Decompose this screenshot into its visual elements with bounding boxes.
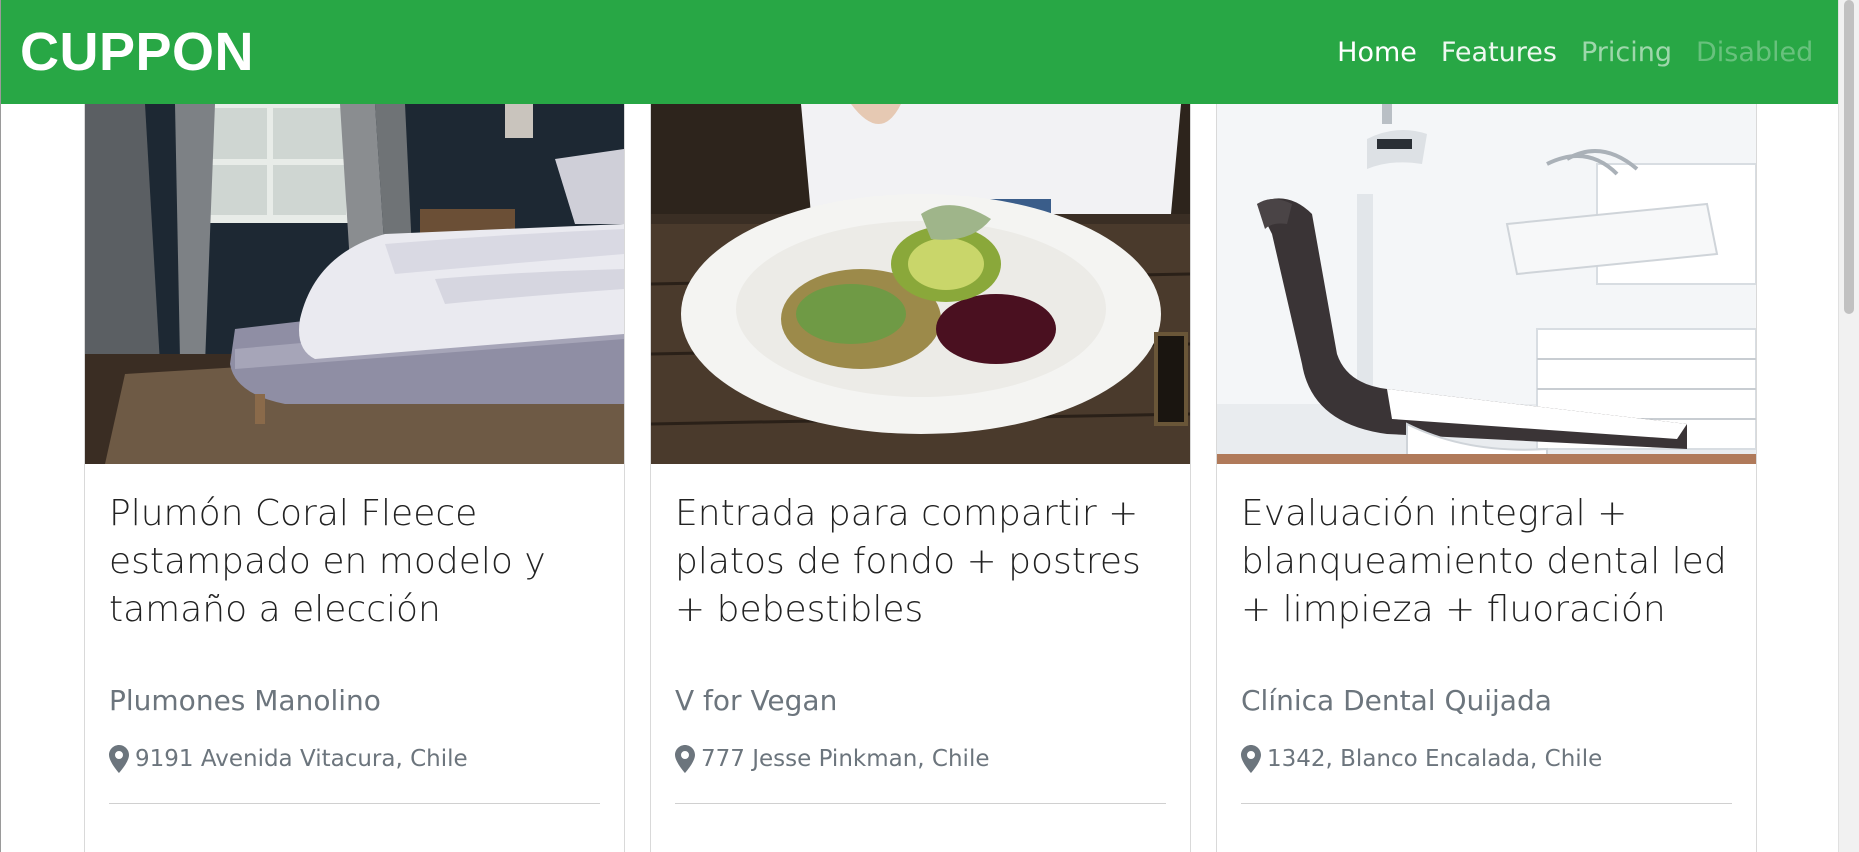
nav-links: Home Features Pricing Disabled — [1337, 0, 1811, 104]
merchant-name: Plumones Manolino — [109, 684, 381, 717]
nav-link-pricing[interactable]: Pricing — [1581, 37, 1672, 68]
nav-link-home[interactable]: Home — [1337, 37, 1417, 68]
deal-title[interactable]: Plumón Coral Fleece estampado en modelo … — [109, 490, 600, 648]
deal-cards: Plumón Coral Fleece estampado en modelo … — [84, 104, 1757, 852]
vertical-scrollbar[interactable] — [1838, 0, 1859, 852]
food-plate-photo[interactable] — [651, 104, 1190, 464]
merchant-name: Clínica Dental Quijada — [1241, 684, 1552, 717]
deal-card[interactable]: Entrada para compartir + platos de fondo… — [650, 104, 1191, 852]
deal-title[interactable]: Entrada para compartir + platos de fondo… — [675, 490, 1166, 648]
brand-logo[interactable]: CUPPON — [20, 21, 254, 83]
merchant-name: V for Vegan — [675, 684, 838, 717]
location-text: 1342, Blanco Encalada, Chile — [1267, 746, 1603, 772]
page: CUPPON Home Features Pricing Disabled Pl… — [0, 0, 1859, 852]
navbar: CUPPON Home Features Pricing Disabled — [1, 0, 1839, 104]
location-text: 777 Jesse Pinkman, Chile — [701, 746, 990, 772]
card-divider — [675, 803, 1166, 804]
location-text: 9191 Avenida Vitacura, Chile — [135, 746, 468, 772]
deal-title[interactable]: Evaluación integral + blanqueamiento den… — [1241, 490, 1732, 648]
deal-location: 9191 Avenida Vitacura, Chile — [109, 745, 600, 773]
card-divider — [1241, 803, 1732, 804]
deal-card[interactable]: Evaluación integral + blanqueamiento den… — [1216, 104, 1757, 852]
dental-chair-photo[interactable] — [1217, 104, 1756, 464]
map-pin-icon — [675, 745, 695, 773]
nav-link-disabled: Disabled — [1696, 36, 1811, 68]
card-divider — [109, 803, 600, 804]
scrollbar-thumb[interactable] — [1844, 0, 1854, 314]
deal-location: 1342, Blanco Encalada, Chile — [1241, 745, 1732, 773]
map-pin-icon — [1241, 745, 1261, 773]
bedroom-photo[interactable] — [85, 104, 624, 464]
deal-card[interactable]: Plumón Coral Fleece estampado en modelo … — [84, 104, 625, 852]
deal-location: 777 Jesse Pinkman, Chile — [675, 745, 1166, 773]
nav-link-features[interactable]: Features — [1441, 37, 1557, 68]
map-pin-icon — [109, 745, 129, 773]
